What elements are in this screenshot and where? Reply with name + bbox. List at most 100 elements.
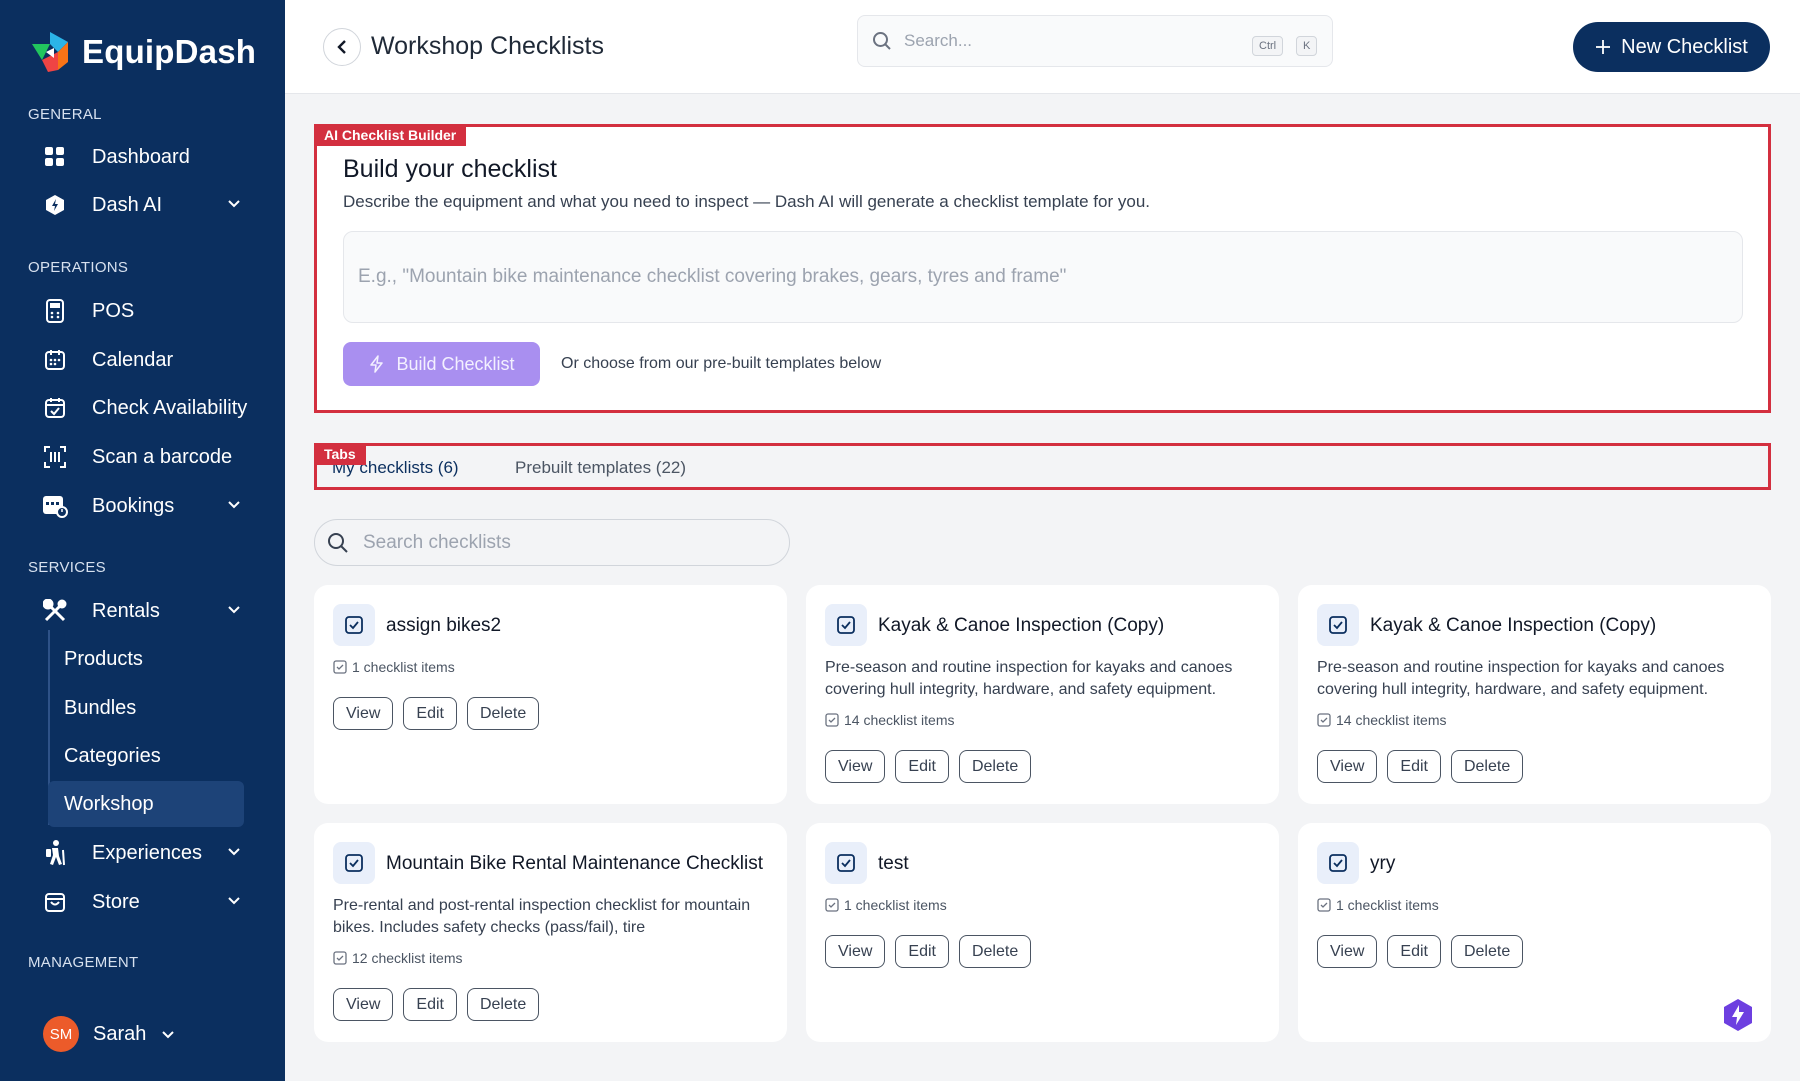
edit-button[interactable]: Edit [895, 750, 949, 783]
sidebar-subitem-categories[interactable]: Categories [48, 733, 244, 779]
checklist-tabs: My checklists (6) Prebuilt templates (22… [314, 443, 1771, 490]
sidebar-item-label: Store [92, 890, 140, 913]
sidebar-item-store[interactable]: Store [28, 882, 250, 922]
global-search-input[interactable]: Search... Ctrl K [857, 15, 1333, 67]
sidebar-subitem-workshop[interactable]: Workshop [48, 781, 244, 827]
store-bag-icon [42, 889, 68, 915]
delete-button[interactable]: Delete [1450, 935, 1524, 968]
checklist-prompt-input[interactable]: E.g., "Mountain bike maintenance checkli… [343, 231, 1743, 323]
checklist-icon [825, 842, 867, 884]
calendar-check-icon [42, 395, 68, 421]
checkbox-icon [1317, 713, 1331, 727]
rentals-tools-icon [42, 598, 68, 624]
sidebar-item-calendar[interactable]: Calendar [28, 340, 250, 380]
sidebar-item-label: Dash AI [92, 193, 163, 216]
view-button[interactable]: View [825, 935, 886, 968]
sidebar-subitem-bundles[interactable]: Bundles [48, 685, 244, 731]
checkbox-icon [333, 660, 347, 674]
prebuilt-hint: Or choose from our pre-built templates b… [561, 355, 882, 372]
ai-builder-title: Build your checklist [343, 155, 557, 183]
prompt-placeholder: E.g., "Mountain bike maintenance checkli… [358, 266, 1067, 287]
search-icon [873, 32, 891, 50]
edit-button[interactable]: Edit [1387, 750, 1441, 783]
dash-ai-fab-icon[interactable] [1720, 997, 1756, 1033]
card-count-label: 14 checklist items [844, 712, 955, 728]
user-menu[interactable]: SM Sarah [43, 1016, 176, 1052]
view-button[interactable]: View [1317, 935, 1378, 968]
edit-button[interactable]: Edit [1387, 935, 1441, 968]
checklist-icon [333, 604, 375, 646]
checkbox-icon [1317, 898, 1331, 912]
chevron-down-icon[interactable] [226, 601, 242, 617]
card-description: Pre-season and routine inspection for ka… [825, 659, 1233, 698]
brand-name: EquipDash [82, 33, 257, 70]
search-checklists-input[interactable]: Search checklists [314, 519, 790, 566]
build-checklist-button[interactable]: Build Checklist [343, 342, 540, 386]
sidebar-item-check-availability[interactable]: Check Availability [28, 388, 250, 428]
sidebar-item-rentals[interactable]: Rentals [28, 591, 250, 631]
chevron-down-icon[interactable] [226, 496, 242, 512]
back-button[interactable] [323, 28, 361, 66]
card-item-count: 1 checklist items [825, 897, 947, 913]
section-management: MANAGEMENT [28, 954, 139, 971]
sidebar-item-bookings[interactable]: Bookings [28, 486, 250, 526]
checklist-card[interactable]: test 1 checklist items View Edit Delete [806, 823, 1279, 1042]
checklist-card[interactable]: Kayak & Canoe Inspection (Copy) Pre-seas… [1298, 585, 1771, 804]
checklist-icon [1317, 604, 1359, 646]
sidebar-item-experiences[interactable]: Experiences [28, 833, 250, 873]
view-button[interactable]: View [333, 988, 394, 1021]
tab-prebuilt-templates[interactable]: Prebuilt templates (22) [515, 458, 686, 478]
delete-button[interactable]: Delete [466, 697, 540, 730]
sidebar-item-dashboard[interactable]: Dashboard [28, 137, 250, 177]
sidebar-item-scan-barcode[interactable]: Scan a barcode [28, 437, 250, 477]
card-item-count: 14 checklist items [825, 712, 954, 728]
experiences-hiker-icon [42, 840, 68, 866]
new-checklist-label: New Checklist [1621, 35, 1748, 58]
view-button[interactable]: View [333, 697, 394, 730]
checklist-card[interactable]: Kayak & Canoe Inspection (Copy) Pre-seas… [806, 585, 1279, 804]
calendar-icon [42, 347, 68, 373]
sidebar-item-label: Scan a barcode [92, 445, 233, 468]
card-count-label: 14 checklist items [1336, 712, 1447, 728]
section-general: GENERAL [28, 106, 102, 123]
card-title: assign bikes2 [386, 615, 502, 636]
card-count-label: 1 checklist items [1336, 897, 1439, 913]
search-checklists-placeholder: Search checklists [363, 531, 511, 553]
checkbox-icon [825, 898, 839, 912]
checklist-card[interactable]: yry 1 checklist items View Edit Delete [1298, 823, 1771, 1042]
edit-button[interactable]: Edit [895, 935, 949, 968]
card-description: Pre-rental and post-rental inspection ch… [333, 897, 751, 936]
checklist-card[interactable]: Mountain Bike Rental Maintenance Checkli… [314, 823, 787, 1042]
view-button[interactable]: View [1317, 750, 1378, 783]
brand-logo[interactable]: EquipDash [28, 30, 256, 74]
sidebar-item-label: Rentals [92, 599, 160, 622]
sidebar-item-label: Calendar [92, 348, 174, 371]
chevron-down-icon[interactable] [226, 195, 242, 211]
delete-button[interactable]: Delete [958, 750, 1032, 783]
ai-builder-description: Describe the equipment and what you need… [343, 192, 1151, 211]
chevron-down-icon[interactable] [226, 843, 242, 859]
sidebar-item-pos[interactable]: POS [28, 291, 250, 331]
checklist-card[interactable]: assign bikes2 1 checklist items View Edi… [314, 585, 787, 804]
edit-button[interactable]: Edit [403, 988, 457, 1021]
checklist-icon [825, 604, 867, 646]
chevron-down-icon[interactable] [226, 892, 242, 908]
delete-button[interactable]: Delete [466, 988, 540, 1021]
delete-button[interactable]: Delete [958, 935, 1032, 968]
dash-ai-icon [42, 192, 68, 218]
sidebar-subitem-products[interactable]: Products [48, 636, 244, 682]
delete-button[interactable]: Delete [1450, 750, 1524, 783]
card-title: Kayak & Canoe Inspection (Copy) [878, 615, 1165, 636]
shortcut-key-ctrl: Ctrl [1252, 36, 1284, 56]
sidebar-item-label: Bookings [92, 494, 175, 517]
edit-button[interactable]: Edit [403, 697, 457, 730]
equipdash-logo-icon [28, 30, 72, 74]
view-button[interactable]: View [825, 750, 886, 783]
sidebar-item-dash-ai[interactable]: Dash AI [28, 185, 250, 225]
new-checklist-button[interactable]: New Checklist [1573, 22, 1770, 72]
card-title: test [878, 853, 909, 874]
checkbox-icon [825, 713, 839, 727]
card-count-label: 1 checklist items [844, 897, 947, 913]
section-operations: OPERATIONS [28, 259, 129, 276]
card-title: Kayak & Canoe Inspection (Copy) [1370, 615, 1657, 636]
